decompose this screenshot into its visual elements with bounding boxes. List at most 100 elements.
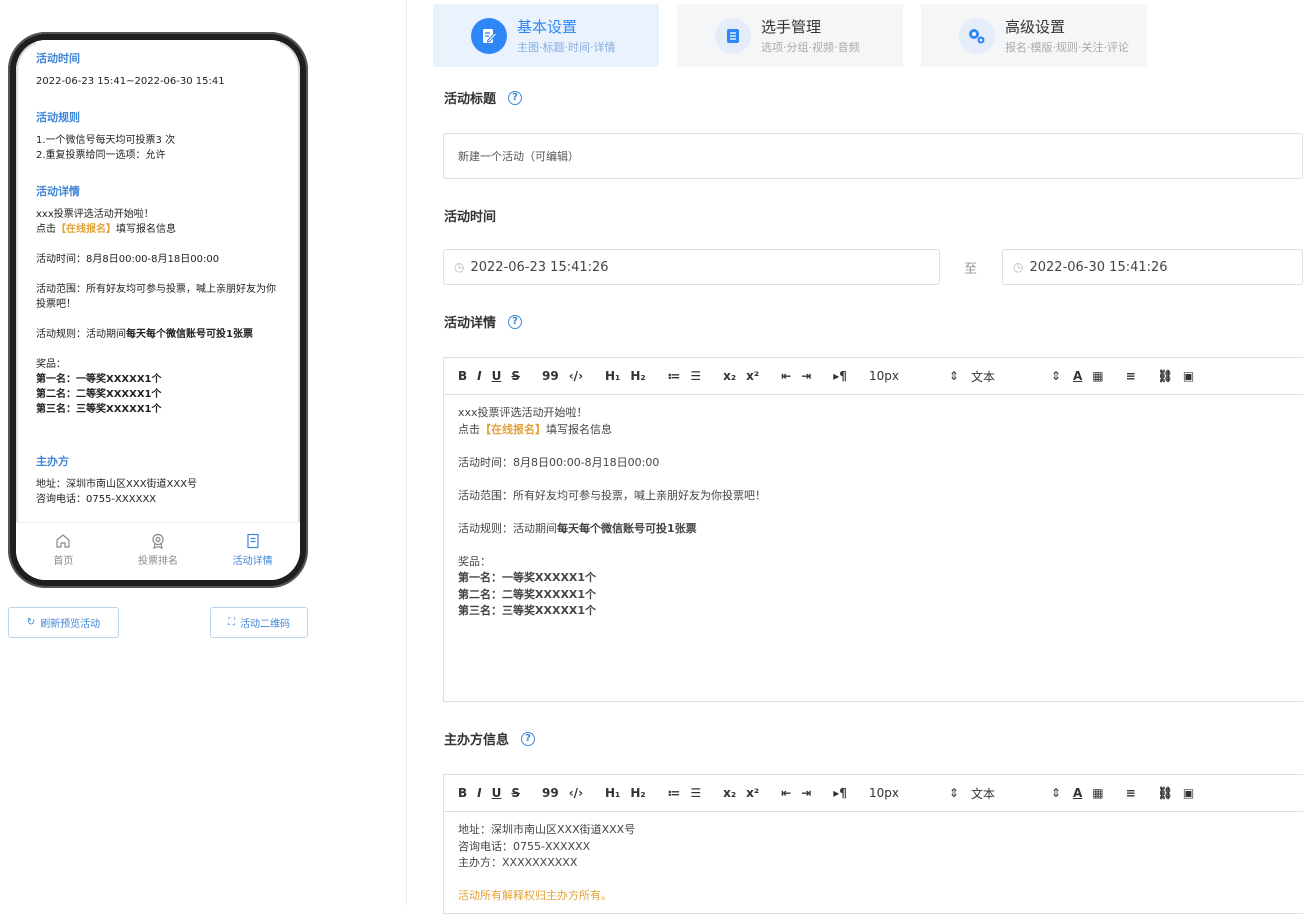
direction-button[interactable]: ▸¶ bbox=[833, 366, 847, 386]
select-arrows-icon: ⇕ bbox=[1050, 786, 1061, 800]
font-size-value: 10px bbox=[868, 786, 899, 800]
list-icon bbox=[715, 17, 751, 54]
step-advanced-settings[interactable]: 高级设置 报名·模版·规则·关注·评论 bbox=[921, 4, 1147, 67]
ordered-list-button[interactable]: ≔ bbox=[668, 783, 681, 803]
code-button[interactable]: ‹/› bbox=[569, 366, 583, 386]
step-subtitle: 选项·分组·视频·音频 bbox=[761, 41, 860, 54]
detail-editor-content[interactable]: xxx投票评选活动开始啦！ 点击【在线报名】填写报名信息 活动时间：8月8日00… bbox=[444, 395, 1303, 630]
direction-button[interactable]: ▸¶ bbox=[833, 783, 847, 803]
editor-click-suffix: 填写报名信息 bbox=[546, 422, 612, 436]
align-button[interactable]: ≡ bbox=[1126, 783, 1136, 803]
step-player-management[interactable]: 选手管理 选项·分组·视频·音频 bbox=[677, 4, 903, 67]
h1-button[interactable]: H₁ bbox=[605, 366, 620, 386]
preview-content[interactable]: 活动时间 2022-06-23 15:41~2022-06-30 15:41 活… bbox=[36, 40, 280, 530]
preview-signup-link[interactable]: 【在线报名】 bbox=[56, 224, 116, 235]
home-icon bbox=[56, 534, 70, 548]
preview-panel: 活动时间 2022-06-23 15:41~2022-06-30 15:41 活… bbox=[0, 0, 407, 906]
preview-rules-title: 活动规则 bbox=[36, 111, 80, 124]
select-arrows-icon: ⇕ bbox=[948, 786, 959, 800]
align-button[interactable]: ≡ bbox=[1126, 366, 1136, 386]
preview-detail-scope: 活动范围：所有好友均可参与投票，喊上亲朋好友为你投票吧！ bbox=[36, 284, 276, 310]
superscript-button[interactable]: x² bbox=[746, 783, 759, 803]
start-time-input[interactable]: ◷ 2022-06-23 15:41:26 bbox=[443, 249, 940, 285]
text-color-button[interactable]: A bbox=[1073, 783, 1082, 803]
clock-icon: ◷ bbox=[454, 260, 465, 274]
bullet-list-button[interactable]: ☰ bbox=[690, 366, 701, 386]
preview-detail-line: xxx投票评选活动开始啦！ bbox=[36, 209, 154, 220]
tab-label: 投票排名 bbox=[138, 556, 178, 567]
font-family-select[interactable]: 文本 ⇕ bbox=[971, 783, 1061, 803]
italic-button[interactable]: I bbox=[477, 366, 481, 386]
background-color-button[interactable]: ▦ bbox=[1092, 783, 1103, 803]
editor-line: 咨询电话：0755-XXXXXX bbox=[458, 839, 591, 853]
help-icon[interactable]: ? bbox=[508, 90, 523, 105]
underline-button[interactable]: U bbox=[492, 783, 502, 803]
tab-label: 活动详情 bbox=[232, 556, 273, 567]
qrcode-button[interactable]: ⛶ 活动二维码 bbox=[210, 607, 308, 638]
superscript-button[interactable]: x² bbox=[746, 366, 759, 386]
editor-signup-link[interactable]: 【在线报名】 bbox=[480, 423, 546, 436]
bullet-list-button[interactable]: ☰ bbox=[690, 783, 701, 803]
ranking-icon bbox=[152, 533, 164, 549]
subscript-button[interactable]: x₂ bbox=[723, 783, 736, 803]
editor-click-line: 点击【在线报名】填写报名信息 bbox=[458, 422, 1290, 439]
font-size-value: 10px bbox=[868, 369, 899, 383]
detail-editor[interactable]: B I U S 99 ‹/› H₁ H₂ ≔ ☰ x₂ x² ⇤ ⇥ ▸¶ 10… bbox=[443, 357, 1303, 702]
end-time-input[interactable]: ◷ 2022-06-30 15:41:26 bbox=[1002, 249, 1303, 285]
bold-button[interactable]: B bbox=[458, 783, 467, 803]
link-button[interactable]: ⛓ bbox=[1158, 783, 1173, 803]
outdent-button[interactable]: ⇤ bbox=[781, 366, 791, 386]
step-subtitle: 报名·模版·规则·关注·评论 bbox=[1005, 41, 1129, 54]
step-title: 高级设置 bbox=[1005, 18, 1066, 36]
image-button[interactable]: ▣ bbox=[1183, 783, 1194, 803]
link-button[interactable]: ⛓ bbox=[1158, 366, 1173, 386]
help-icon[interactable]: ? bbox=[508, 314, 523, 329]
tab-label: 首页 bbox=[53, 556, 74, 567]
indent-button[interactable]: ⇥ bbox=[801, 366, 811, 386]
step-basic-settings[interactable]: 基本设置 主图·标题·时间·详情 bbox=[433, 4, 659, 67]
underline-button[interactable]: U bbox=[492, 366, 502, 386]
host-editor-content[interactable]: 地址：深圳市南山区XXX街道XXX号 咨询电话：0755-XXXXXX 主办方：… bbox=[444, 812, 1303, 915]
background-color-button[interactable]: ▦ bbox=[1092, 366, 1103, 386]
font-size-select[interactable]: 10px ⇕ bbox=[869, 783, 959, 803]
bold-button[interactable]: B bbox=[458, 366, 467, 386]
host-editor[interactable]: B I U S 99 ‹/› H₁ H₂ ≔ ☰ x₂ x² ⇤ ⇥ ▸¶ 10… bbox=[443, 774, 1303, 914]
editor-note: 活动所有解释权归主办方所有。 bbox=[458, 889, 612, 902]
select-arrows-icon: ⇕ bbox=[948, 369, 959, 383]
text-color-button[interactable]: A bbox=[1073, 366, 1082, 386]
preview-tabbar: 首页 投票排名 活动详情 bbox=[16, 522, 300, 580]
font-size-select[interactable]: 10px ⇕ bbox=[869, 366, 959, 386]
step-title: 选手管理 bbox=[761, 18, 822, 36]
outdent-button[interactable]: ⇤ bbox=[781, 783, 791, 803]
tab-detail[interactable]: 活动详情 bbox=[205, 523, 300, 580]
quote-button[interactable]: 99 bbox=[542, 783, 559, 803]
title-input[interactable]: 新建一个活动（可编辑） bbox=[443, 133, 1303, 179]
preview-rule-prefix: 活动规则：活动期间 bbox=[36, 329, 126, 340]
h2-button[interactable]: H₂ bbox=[630, 366, 645, 386]
editor-rule-bold: 每天每个微信账号可投1张票 bbox=[557, 521, 697, 535]
refresh-preview-button[interactable]: ↻ 刷新预览活动 bbox=[8, 607, 119, 638]
indent-button[interactable]: ⇥ bbox=[801, 783, 811, 803]
font-family-select[interactable]: 文本 ⇕ bbox=[971, 366, 1061, 386]
subscript-button[interactable]: x₂ bbox=[723, 366, 736, 386]
code-button[interactable]: ‹/› bbox=[569, 783, 583, 803]
h2-button[interactable]: H₂ bbox=[630, 783, 645, 803]
title-label-row: 活动标题 ? bbox=[444, 88, 523, 107]
preview-host-address: 地址：深圳市南山区XXX街道XXX号 bbox=[36, 479, 198, 490]
tab-home[interactable]: 首页 bbox=[16, 523, 111, 580]
editor-toolbar: B I U S 99 ‹/› H₁ H₂ ≔ ☰ x₂ x² ⇤ ⇥ ▸¶ 10… bbox=[444, 358, 1303, 395]
detail-icon bbox=[247, 533, 259, 549]
ordered-list-button[interactable]: ≔ bbox=[668, 366, 681, 386]
quote-button[interactable]: 99 bbox=[542, 366, 559, 386]
tab-ranking[interactable]: 投票排名 bbox=[111, 523, 206, 580]
editor-line: 奖品： bbox=[458, 554, 491, 568]
image-button[interactable]: ▣ bbox=[1183, 366, 1194, 386]
preview-time-value: 2022-06-23 15:41~2022-06-30 15:41 bbox=[36, 76, 225, 87]
help-icon[interactable]: ? bbox=[521, 731, 536, 746]
h1-button[interactable]: H₁ bbox=[605, 783, 620, 803]
strike-button[interactable]: S bbox=[511, 366, 520, 386]
editor-toolbar: B I U S 99 ‹/› H₁ H₂ ≔ ☰ x₂ x² ⇤ ⇥ ▸¶ 10… bbox=[444, 775, 1303, 812]
strike-button[interactable]: S bbox=[511, 783, 520, 803]
phone-screen: 活动时间 2022-06-23 15:41~2022-06-30 15:41 活… bbox=[16, 40, 300, 580]
italic-button[interactable]: I bbox=[477, 783, 481, 803]
